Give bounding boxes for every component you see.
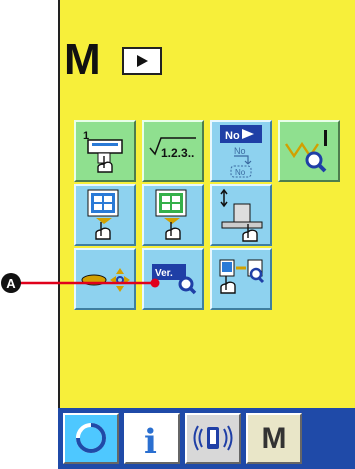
no-mid-label: No bbox=[234, 146, 246, 156]
version-info-button[interactable]: Ver. bbox=[142, 248, 204, 310]
panel-screen: M 1 1.2.3.. No No No Ver. bbox=[58, 0, 355, 469]
presser-icon bbox=[220, 188, 263, 242]
move-arrows-icon bbox=[81, 268, 130, 292]
stitch-inspect-button[interactable] bbox=[278, 120, 340, 182]
step-mode-button[interactable]: 1.2.3.. bbox=[142, 120, 204, 182]
stitch-magnifier-icon bbox=[285, 130, 327, 173]
pattern-edit-button[interactable] bbox=[142, 184, 204, 246]
move-origin-button[interactable] bbox=[74, 248, 136, 310]
reset-button[interactable] bbox=[63, 413, 119, 464]
step-icon: 1.2.3.. bbox=[149, 137, 196, 160]
no-top-label: No bbox=[225, 130, 240, 142]
counter-icon: 1 bbox=[83, 130, 123, 173]
no-bottom-label: No bbox=[235, 168, 246, 177]
counter-button[interactable]: 1 bbox=[74, 120, 136, 182]
play-icon bbox=[137, 55, 148, 67]
run-button[interactable] bbox=[122, 47, 162, 75]
info-icon: i bbox=[144, 422, 157, 462]
pattern-select-button[interactable] bbox=[74, 184, 136, 246]
version-icon: Ver. bbox=[152, 264, 197, 295]
menu-mode-button[interactable]: M bbox=[246, 413, 302, 464]
communication-button[interactable] bbox=[185, 413, 241, 464]
information-button[interactable]: i bbox=[124, 413, 180, 464]
presser-setup-button[interactable] bbox=[210, 184, 272, 246]
footer-bar: i M bbox=[58, 408, 355, 469]
version-label: Ver. bbox=[155, 268, 173, 279]
callout-marker bbox=[1, 273, 21, 293]
mode-title: M bbox=[64, 35, 101, 84]
communication-icon bbox=[193, 425, 233, 451]
menu-mode-label: M bbox=[261, 422, 287, 455]
reset-icon bbox=[75, 423, 106, 453]
callout-marker-label: A bbox=[6, 276, 16, 291]
pattern-number-button[interactable]: No No No bbox=[210, 120, 272, 182]
info-label: i bbox=[144, 422, 157, 462]
pattern-select-icon bbox=[87, 189, 119, 240]
copy-magnifier-icon bbox=[219, 259, 265, 294]
header: M bbox=[64, 38, 264, 82]
pattern-number-icon: No No No bbox=[220, 125, 262, 178]
step-label: 1.2.3.. bbox=[161, 146, 194, 160]
pattern-edit-icon bbox=[155, 189, 187, 240]
data-copy-button[interactable] bbox=[210, 248, 272, 310]
